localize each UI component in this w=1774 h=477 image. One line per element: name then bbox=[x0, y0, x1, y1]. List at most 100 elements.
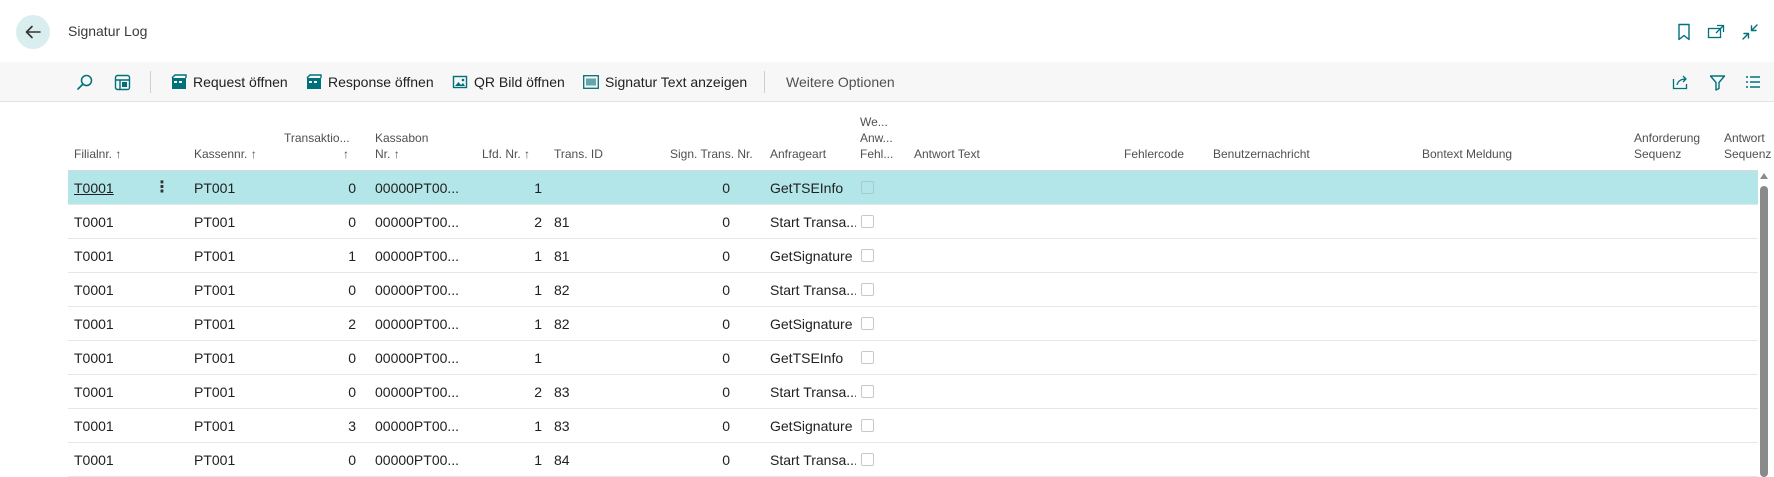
column-header-transaktion-sort[interactable]: ↑ bbox=[343, 146, 349, 162]
table-row[interactable]: T0001 PT001 0 00000PT00... 2 83 0 Start Transa.… bbox=[68, 375, 1758, 409]
cell-sign-trans-nr: 0 bbox=[722, 418, 730, 434]
row-checkbox[interactable] bbox=[861, 283, 874, 296]
cell-sign-trans-nr: 0 bbox=[722, 214, 730, 230]
row-checkbox[interactable] bbox=[861, 419, 874, 432]
column-header-sign-trans-nr[interactable]: Sign. Trans. Nr. bbox=[670, 146, 753, 162]
cell-lfd-nr: 1 bbox=[534, 180, 542, 196]
scroll-up-arrow-icon[interactable] bbox=[1760, 172, 1768, 180]
cell-filialnr[interactable]: T0001 bbox=[74, 171, 134, 205]
cell-kassabon: 00000PT00... bbox=[375, 316, 460, 332]
search-button[interactable] bbox=[76, 62, 94, 102]
column-header-benutzernachricht[interactable]: Benutzernachricht bbox=[1213, 146, 1310, 162]
qr-image-open-button[interactable]: QR Bild öffnen bbox=[452, 62, 565, 102]
cell-sign-trans-nr: 0 bbox=[722, 282, 730, 298]
table-row[interactable]: T0001 PT001 0 00000PT00... 1 0 GetTSEInfo ⋮ bbox=[68, 171, 1758, 205]
cell-trans-id: 81 bbox=[554, 214, 570, 230]
cell-anfrageart: Start Transa... bbox=[770, 282, 856, 298]
column-header-antwort-text[interactable]: Antwort Text bbox=[914, 146, 980, 162]
column-header-kassennr[interactable]: Kassennr. ↑ bbox=[194, 146, 257, 162]
row-checkbox[interactable] bbox=[861, 181, 874, 194]
column-header-fehlercode[interactable]: Fehlercode bbox=[1124, 146, 1184, 162]
cell-filialnr: T0001 bbox=[74, 248, 114, 264]
signatur-text-button[interactable]: Signatur Text anzeigen bbox=[583, 62, 747, 102]
cell-kassabon: 00000PT00... bbox=[375, 384, 460, 400]
collapse-icon[interactable] bbox=[1740, 22, 1760, 42]
document-film-icon bbox=[306, 74, 322, 89]
row-checkbox[interactable] bbox=[861, 351, 874, 364]
cell-transaktion: 0 bbox=[348, 180, 356, 196]
cell-kassennr: PT001 bbox=[194, 316, 236, 332]
row-actions-menu-icon[interactable]: ⋮ bbox=[154, 171, 170, 205]
column-header-trans-id[interactable]: Trans. ID bbox=[554, 146, 603, 162]
cell-kassabon: 00000PT00... bbox=[375, 418, 460, 434]
open-in-new-window-icon[interactable] bbox=[1706, 22, 1726, 42]
row-checkbox[interactable] bbox=[861, 385, 874, 398]
cell-anfrageart: Start Transa... bbox=[770, 214, 856, 230]
column-header-anfrageart[interactable]: Anfrageart bbox=[770, 146, 826, 162]
column-header-kassabon[interactable]: Kassabon Nr. ↑ bbox=[375, 130, 428, 162]
list-view-icon bbox=[1746, 76, 1760, 88]
list-view-button[interactable] bbox=[1745, 62, 1761, 102]
toolbar-divider bbox=[764, 71, 765, 93]
cell-kassennr: PT001 bbox=[194, 452, 236, 468]
column-header-lfd-nr[interactable]: Lfd. Nr. ↑ bbox=[482, 146, 530, 162]
cell-transaktion: 1 bbox=[348, 248, 356, 264]
column-header-anforderung-sequenz[interactable]: Anforderung Sequenz bbox=[1634, 130, 1700, 162]
more-options-button[interactable]: Weitere Optionen bbox=[786, 62, 895, 102]
cell-sign-trans-nr: 0 bbox=[722, 248, 730, 264]
table-row[interactable]: T0001 PT001 0 00000PT00... 1 0 GetTSEInfo bbox=[68, 341, 1758, 375]
column-header-bontext-meldung[interactable]: Bontext Meldung bbox=[1422, 146, 1512, 162]
share-button[interactable] bbox=[1672, 62, 1690, 102]
request-open-button[interactable]: Request öffnen bbox=[171, 62, 288, 102]
cell-kassabon: 00000PT00... bbox=[375, 282, 460, 298]
row-checkbox[interactable] bbox=[861, 317, 874, 330]
cell-filialnr: T0001 bbox=[74, 452, 114, 468]
row-checkbox[interactable] bbox=[861, 453, 874, 466]
filter-button[interactable] bbox=[1709, 62, 1726, 102]
cell-sign-trans-nr: 0 bbox=[722, 350, 730, 366]
table-row[interactable]: T0001 PT001 3 00000PT00... 1 83 0 GetSignature bbox=[68, 409, 1758, 443]
cell-trans-id: 83 bbox=[554, 418, 570, 434]
page-title: Signatur Log bbox=[68, 23, 148, 39]
signatur-text-label: Signatur Text anzeigen bbox=[605, 74, 748, 90]
table-row[interactable]: T0001 PT001 2 00000PT00... 1 82 0 GetSignature bbox=[68, 307, 1758, 341]
cell-kassabon: 00000PT00... bbox=[375, 350, 460, 366]
signatur-log-grid: Filialnr. ↑ Kassennr. ↑ Transaktio... ↑ … bbox=[68, 102, 1774, 477]
cell-anfrageart: GetSignature bbox=[770, 418, 853, 434]
cell-transaktion: 2 bbox=[348, 316, 356, 332]
cell-anfrageart: Start Transa... bbox=[770, 384, 856, 400]
back-button[interactable] bbox=[16, 15, 50, 49]
row-checkbox[interactable] bbox=[861, 215, 874, 228]
cell-filialnr: T0001 bbox=[74, 282, 114, 298]
cell-lfd-nr: 1 bbox=[534, 418, 542, 434]
table-row[interactable]: T0001 PT001 0 00000PT00... 1 84 0 Start Transa.… bbox=[68, 443, 1758, 477]
cell-trans-id: 82 bbox=[554, 316, 570, 332]
table-row[interactable]: T0001 PT001 0 00000PT00... 1 82 0 Start Transa.… bbox=[68, 273, 1758, 307]
cell-kassennr: PT001 bbox=[194, 418, 236, 434]
cell-transaktion: 0 bbox=[348, 384, 356, 400]
cell-anfrageart: GetSignature bbox=[770, 316, 853, 332]
cell-lfd-nr: 1 bbox=[534, 282, 542, 298]
table-row[interactable]: T0001 PT001 0 00000PT00... 2 81 0 Start Transa.… bbox=[68, 205, 1758, 239]
column-header-transaktion[interactable]: Transaktio... bbox=[284, 130, 350, 146]
layout-button[interactable] bbox=[114, 62, 131, 102]
bookmark-icon[interactable] bbox=[1674, 22, 1694, 42]
column-header-antwort-sequenz[interactable]: Antwort Sequenz bbox=[1724, 130, 1771, 162]
cell-kassabon: 00000PT00... bbox=[375, 452, 460, 468]
response-open-button[interactable]: Response öffnen bbox=[306, 62, 434, 102]
arrow-left-icon bbox=[25, 25, 41, 39]
cell-sign-trans-nr: 0 bbox=[722, 316, 730, 332]
table-row[interactable]: T0001 PT001 1 00000PT00... 1 81 0 GetSignature bbox=[68, 239, 1758, 273]
cell-lfd-nr: 2 bbox=[534, 384, 542, 400]
cell-kassennr: PT001 bbox=[194, 214, 236, 230]
toolbar-divider bbox=[150, 71, 151, 93]
column-header-we-anw-fehl[interactable]: We... Anw... Fehl... bbox=[860, 114, 893, 162]
response-open-label: Response öffnen bbox=[328, 74, 434, 90]
image-icon bbox=[452, 75, 468, 89]
column-header-filialnr[interactable]: Filialnr. ↑ bbox=[74, 146, 121, 162]
barcode-icon bbox=[583, 75, 599, 89]
row-checkbox[interactable] bbox=[861, 249, 874, 262]
cell-anfrageart: GetTSEInfo bbox=[770, 180, 844, 196]
scrollbar-thumb[interactable] bbox=[1760, 186, 1768, 477]
cell-lfd-nr: 2 bbox=[534, 214, 542, 230]
